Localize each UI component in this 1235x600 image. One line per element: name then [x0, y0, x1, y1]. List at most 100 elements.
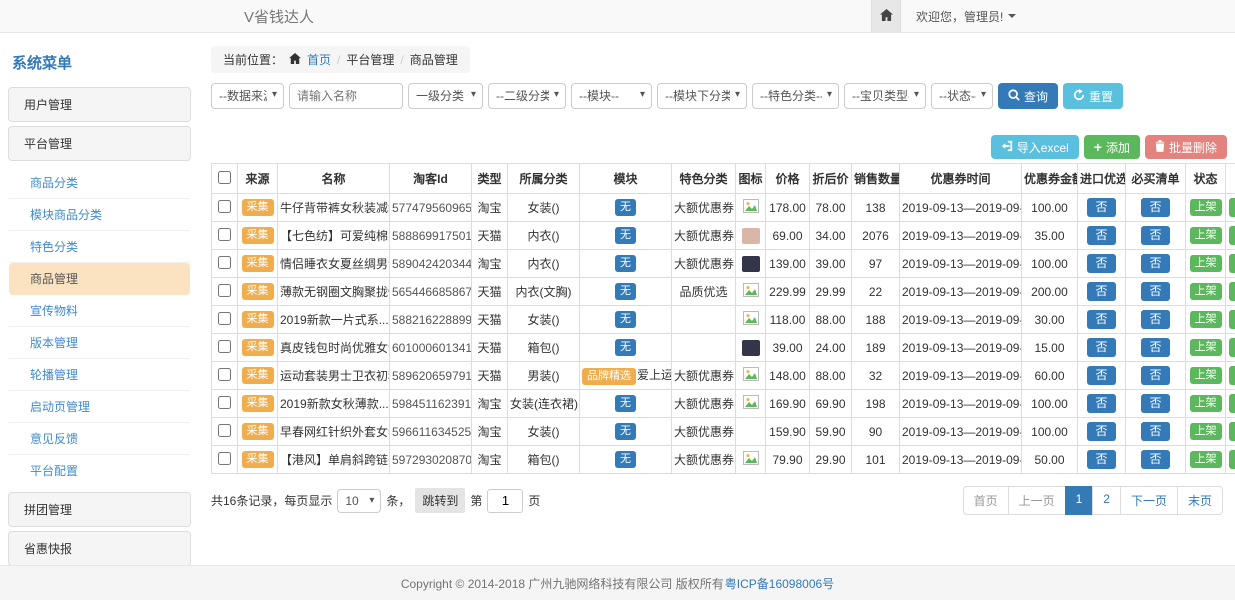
module-badge[interactable]: 无	[615, 423, 636, 440]
import-select-toggle[interactable]: 否	[1087, 338, 1115, 356]
per-page-select[interactable]: 10	[337, 489, 381, 513]
page-button[interactable]: 2	[1092, 486, 1121, 515]
status-toggle[interactable]: 上架	[1190, 367, 1222, 384]
module-badge[interactable]: 无	[615, 283, 636, 300]
row-checkbox[interactable]	[218, 396, 231, 409]
name-search-input[interactable]	[289, 83, 403, 109]
edit-button[interactable]	[1229, 310, 1235, 329]
sidebar-item[interactable]: 启动页管理	[9, 391, 190, 423]
edit-button[interactable]	[1229, 422, 1235, 441]
page-button[interactable]: 下一页	[1120, 486, 1178, 515]
edit-button[interactable]	[1229, 366, 1235, 385]
sidebar-item[interactable]: 平台配置	[9, 455, 190, 486]
page-jump-input[interactable]	[487, 489, 523, 513]
import-select-toggle[interactable]: 否	[1087, 310, 1115, 328]
status-toggle[interactable]: 上架	[1190, 451, 1222, 468]
must-buy-toggle[interactable]: 否	[1141, 394, 1169, 412]
edit-button[interactable]	[1229, 450, 1235, 469]
module-badge[interactable]: 无	[615, 255, 636, 272]
must-buy-toggle[interactable]: 否	[1141, 338, 1169, 356]
row-checkbox[interactable]	[218, 452, 231, 465]
user-menu[interactable]: 欢迎您，管理员!	[901, 0, 1235, 32]
import-select-toggle[interactable]: 否	[1087, 282, 1115, 300]
status-toggle[interactable]: 上架	[1190, 311, 1222, 328]
row-checkbox[interactable]	[218, 312, 231, 325]
reset-button[interactable]: 重置	[1063, 83, 1123, 109]
status-toggle[interactable]: 上架	[1190, 395, 1222, 412]
module-badge[interactable]: 无	[615, 395, 636, 412]
sidebar-item[interactable]: 商品管理	[9, 263, 190, 295]
status-toggle[interactable]: 上架	[1190, 227, 1222, 244]
module-badge[interactable]: 无	[615, 199, 636, 216]
feature-category-select[interactable]: --特色分类--	[752, 83, 839, 109]
data-source-select[interactable]: --数据来源--	[211, 83, 284, 109]
module-select[interactable]: --模块--	[571, 83, 652, 109]
module-badge[interactable]: 无	[615, 227, 636, 244]
module-badge[interactable]: 无	[615, 451, 636, 468]
import-select-toggle[interactable]: 否	[1087, 394, 1115, 412]
must-buy-toggle[interactable]: 否	[1141, 226, 1169, 244]
status-toggle[interactable]: 上架	[1190, 283, 1222, 300]
import-select-toggle[interactable]: 否	[1087, 450, 1115, 468]
row-checkbox[interactable]	[218, 340, 231, 353]
status-toggle[interactable]: 上架	[1190, 255, 1222, 272]
page-button[interactable]: 1	[1065, 486, 1094, 515]
sidebar-item[interactable]: 模块商品分类	[9, 199, 190, 231]
import-select-toggle[interactable]: 否	[1087, 254, 1115, 272]
must-buy-toggle[interactable]: 否	[1141, 450, 1169, 468]
jump-button[interactable]: 跳转到	[415, 488, 465, 513]
row-checkbox[interactable]	[218, 424, 231, 437]
import-select-toggle[interactable]: 否	[1087, 226, 1115, 244]
module-badge[interactable]: 无	[615, 339, 636, 356]
edit-button[interactable]	[1229, 198, 1235, 217]
module-subcategory-select[interactable]: --模块下分类--	[657, 83, 747, 109]
select-all-checkbox[interactable]	[218, 171, 231, 184]
sidebar-item[interactable]: 宣传物料	[9, 295, 190, 327]
level2-category-select[interactable]: --二级分类--	[488, 83, 566, 109]
edit-button[interactable]	[1229, 226, 1235, 245]
row-checkbox[interactable]	[218, 368, 231, 381]
module-badge[interactable]: 品牌精选	[582, 368, 636, 385]
must-buy-toggle[interactable]: 否	[1141, 282, 1169, 300]
must-buy-toggle[interactable]: 否	[1141, 366, 1169, 384]
must-buy-toggle[interactable]: 否	[1141, 198, 1169, 216]
status-toggle[interactable]: 上架	[1190, 423, 1222, 440]
sidebar-item[interactable]: 意见反馈	[9, 423, 190, 455]
import-excel-button[interactable]: 导入excel	[991, 135, 1079, 159]
level1-category-select[interactable]: 一级分类	[408, 83, 483, 109]
module-badge[interactable]: 无	[615, 311, 636, 328]
page-button[interactable]: 末页	[1177, 486, 1223, 515]
import-select-toggle[interactable]: 否	[1087, 422, 1115, 440]
row-checkbox[interactable]	[218, 284, 231, 297]
icp-link[interactable]: 粤ICP备16098006号	[725, 575, 834, 592]
sidebar-group[interactable]: 省惠快报	[8, 531, 191, 565]
edit-button[interactable]	[1229, 254, 1235, 273]
page-button[interactable]: 首页	[963, 486, 1009, 515]
sidebar-group[interactable]: 用户管理	[8, 87, 191, 122]
status-toggle[interactable]: 上架	[1190, 339, 1222, 356]
import-select-toggle[interactable]: 否	[1087, 366, 1115, 384]
edit-button[interactable]	[1229, 338, 1235, 357]
breadcrumb-home-link[interactable]: 首页	[307, 51, 331, 68]
import-select-toggle[interactable]: 否	[1087, 198, 1115, 216]
must-buy-toggle[interactable]: 否	[1141, 310, 1169, 328]
row-checkbox[interactable]	[218, 200, 231, 213]
sidebar-item[interactable]: 轮播管理	[9, 359, 190, 391]
sidebar-group[interactable]: 平台管理	[8, 126, 191, 161]
page-button[interactable]: 上一页	[1008, 486, 1066, 515]
sidebar-item[interactable]: 商品分类	[9, 167, 190, 199]
bulk-delete-button[interactable]: 批量删除	[1145, 135, 1227, 159]
row-checkbox[interactable]	[218, 228, 231, 241]
status-select[interactable]: --状态--	[931, 83, 993, 109]
must-buy-toggle[interactable]: 否	[1141, 254, 1169, 272]
sidebar-item[interactable]: 版本管理	[9, 327, 190, 359]
sidebar-group[interactable]: 拼团管理	[8, 492, 191, 527]
row-checkbox[interactable]	[218, 256, 231, 269]
must-buy-toggle[interactable]: 否	[1141, 422, 1169, 440]
search-button[interactable]: 查询	[998, 83, 1058, 109]
add-button[interactable]: + 添加	[1084, 135, 1140, 159]
item-type-select[interactable]: --宝贝类型--	[844, 83, 926, 109]
edit-button[interactable]	[1229, 282, 1235, 301]
edit-button[interactable]	[1229, 394, 1235, 413]
home-button[interactable]	[871, 0, 901, 32]
